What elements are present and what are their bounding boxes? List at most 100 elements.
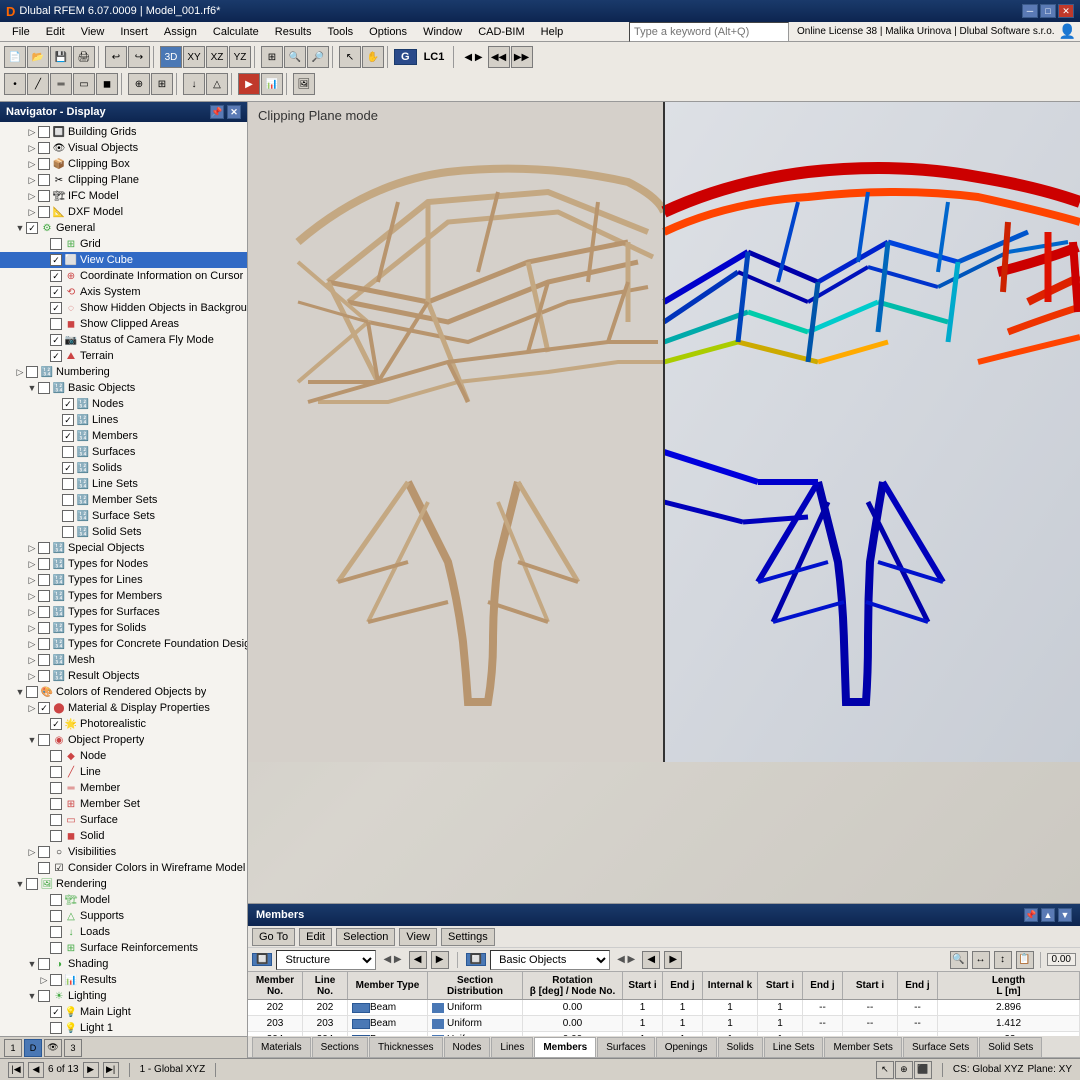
checkbox[interactable]	[50, 814, 62, 826]
table-row[interactable]: 203 203 Beam Uniform 0.00 1 1 1 1 -- -- …	[248, 1016, 1080, 1032]
structure-filter-dropdown[interactable]: Structure	[276, 950, 376, 970]
checkbox[interactable]	[62, 462, 74, 474]
menu-edit[interactable]: Edit	[38, 24, 73, 40]
tree-colors-rendered[interactable]: ▼ 🎨 Colors of Rendered Objects by	[0, 684, 247, 700]
tree-result-objects[interactable]: ▷ 🔢 Result Objects	[0, 668, 247, 684]
tree-consider-colors[interactable]: ☑ Consider Colors in Wireframe Model	[0, 860, 247, 876]
checkbox[interactable]	[50, 318, 62, 330]
panel-btn-3d[interactable]: 3	[64, 1039, 82, 1057]
checkbox[interactable]	[38, 206, 50, 218]
checkbox[interactable]	[38, 574, 50, 586]
tree-numbering[interactable]: ▷ 🔢 Numbering	[0, 364, 247, 380]
tree-solids[interactable]: 🔢 Solids	[0, 460, 247, 476]
view-xz-btn[interactable]: XZ	[206, 46, 228, 68]
checkbox[interactable]	[50, 270, 62, 282]
checkbox[interactable]	[62, 494, 74, 506]
new-file-btn[interactable]: 📄	[4, 46, 26, 68]
panel-btn-eye[interactable]: 👁	[44, 1039, 62, 1057]
checkbox[interactable]	[38, 622, 50, 634]
view-xy-btn[interactable]: XY	[183, 46, 205, 68]
page-first-btn[interactable]: |◀	[8, 1062, 24, 1078]
menu-tools[interactable]: Tools	[319, 24, 361, 40]
tree-solid-sets[interactable]: 🔢 Solid Sets	[0, 524, 247, 540]
checkbox[interactable]	[50, 350, 62, 362]
draw-node-btn[interactable]: •	[4, 73, 26, 95]
tree-material-display[interactable]: ▷ ⬤ Material & Display Properties	[0, 700, 247, 716]
tree-basic-objects[interactable]: ▼ 🔢 Basic Objects	[0, 380, 247, 396]
results-tool-btn-4[interactable]: 📋	[1016, 951, 1034, 969]
tree-render-model[interactable]: 🏗 Model	[0, 892, 247, 908]
menu-view[interactable]: View	[73, 24, 113, 40]
checkbox[interactable]	[50, 1006, 62, 1018]
menu-window[interactable]: Window	[415, 24, 470, 40]
goto-button[interactable]: Go To	[252, 928, 295, 946]
checkbox[interactable]	[50, 302, 62, 314]
checkbox[interactable]	[62, 526, 74, 538]
checkbox[interactable]	[38, 174, 50, 186]
tree-render-loads[interactable]: ↓ Loads	[0, 924, 247, 940]
viewport-canvas[interactable]: Clipping Plane mode	[248, 102, 1080, 903]
tree-grid[interactable]: ⊞ Grid	[0, 236, 247, 252]
tab-materials[interactable]: Materials	[252, 1037, 311, 1057]
checkbox[interactable]	[38, 702, 50, 714]
tree-main-light[interactable]: 💡 Main Light	[0, 1004, 247, 1020]
checkbox[interactable]	[50, 766, 62, 778]
nav-prev-btn[interactable]: ◀◀	[488, 46, 510, 68]
tree-rendering[interactable]: ▼ 🖼 Rendering	[0, 876, 247, 892]
tree-obj-line[interactable]: ╱ Line	[0, 764, 247, 780]
snap-btn[interactable]: ⊕	[128, 73, 150, 95]
checkbox[interactable]	[62, 446, 74, 458]
tab-member-sets[interactable]: Member Sets	[824, 1037, 901, 1057]
tree-terrain[interactable]: ⛰ Terrain	[0, 348, 247, 364]
menu-assign[interactable]: Assign	[156, 24, 205, 40]
tab-sections[interactable]: Sections	[312, 1037, 368, 1057]
checkbox-general[interactable]	[26, 222, 38, 234]
tree-surface-reinforcements[interactable]: ⊞ Surface Reinforcements	[0, 940, 247, 956]
checkbox[interactable]	[62, 478, 74, 490]
tree-general[interactable]: ▼ ⚙ General	[0, 220, 247, 236]
menu-options[interactable]: Options	[361, 24, 415, 40]
tree-line-sets[interactable]: 🔢 Line Sets	[0, 476, 247, 492]
settings-button[interactable]: Settings	[441, 928, 495, 946]
tree-light1[interactable]: 💡 Light 1	[0, 1020, 247, 1036]
filter2-nav-prev[interactable]: ◀	[642, 951, 660, 969]
zoom-extent-btn[interactable]: ⊞	[261, 46, 283, 68]
status-btn-1[interactable]: ↖	[876, 1061, 894, 1079]
checkbox[interactable]	[50, 718, 62, 730]
results-tool-btn-2[interactable]: ↔	[972, 951, 990, 969]
checkbox[interactable]	[50, 894, 62, 906]
table-row[interactable]: 202 202 Beam Uniform 0.00 1 1 1 1 -- -- …	[248, 1000, 1080, 1016]
select-btn[interactable]: ↖	[339, 46, 361, 68]
print-btn[interactable]: 🖨	[73, 46, 95, 68]
tree-member-sets[interactable]: 🔢 Member Sets	[0, 492, 247, 508]
search-input[interactable]	[629, 22, 789, 42]
tree-axis-system[interactable]: ⟲ Axis System	[0, 284, 247, 300]
status-btn-2[interactable]: ⊕	[895, 1061, 913, 1079]
tree-obj-solid[interactable]: ◼ Solid	[0, 828, 247, 844]
view-button[interactable]: View	[399, 928, 437, 946]
menu-help[interactable]: Help	[533, 24, 572, 40]
checkbox[interactable]	[50, 334, 62, 346]
tree-types-lines[interactable]: ▷ 🔢 Types for Lines	[0, 572, 247, 588]
tree-shading[interactable]: ▼ ◑ Shading	[0, 956, 247, 972]
tab-members[interactable]: Members	[534, 1037, 596, 1057]
checkbox[interactable]	[38, 734, 50, 746]
bottom-panel-minimize-btn[interactable]: ▼	[1058, 908, 1072, 922]
zoom-in-btn[interactable]: 🔍	[284, 46, 306, 68]
tab-solid-sets[interactable]: Solid Sets	[979, 1037, 1042, 1057]
draw-line-btn[interactable]: ╱	[27, 73, 49, 95]
tree-render-supports[interactable]: △ Supports	[0, 908, 247, 924]
tree-types-nodes[interactable]: ▷ 🔢 Types for Nodes	[0, 556, 247, 572]
undo-btn[interactable]: ↩	[105, 46, 127, 68]
maximize-button[interactable]: □	[1040, 4, 1056, 18]
view-yz-btn[interactable]: YZ	[229, 46, 251, 68]
results-btn[interactable]: 📊	[261, 73, 283, 95]
checkbox[interactable]	[50, 830, 62, 842]
panel-btn-display[interactable]: D	[24, 1039, 42, 1057]
checkbox[interactable]	[50, 910, 62, 922]
results-tool-btn-1[interactable]: 🔍	[950, 951, 968, 969]
tab-surface-sets[interactable]: Surface Sets	[903, 1037, 978, 1057]
checkbox[interactable]	[50, 926, 62, 938]
tree-visibilities[interactable]: ▷ ○ Visibilities	[0, 844, 247, 860]
redo-btn[interactable]: ↪	[128, 46, 150, 68]
